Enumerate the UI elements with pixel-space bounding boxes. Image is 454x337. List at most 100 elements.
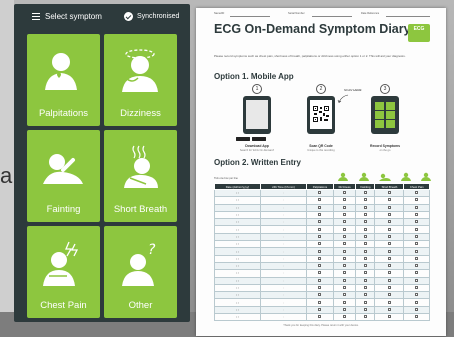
symptom-checkbox[interactable] xyxy=(387,213,391,217)
time-cell[interactable]: : xyxy=(260,305,307,315)
symptom-checkbox[interactable] xyxy=(415,315,419,319)
symptom-checkbox[interactable] xyxy=(318,278,322,282)
symptom-checkbox[interactable] xyxy=(318,256,322,260)
symptom-checkbox[interactable] xyxy=(318,227,322,231)
time-cell[interactable]: : xyxy=(260,232,307,242)
symptom-checkbox[interactable] xyxy=(363,191,367,195)
symptom-checkbox[interactable] xyxy=(387,264,391,268)
hamburger-menu-icon[interactable] xyxy=(32,13,40,20)
date-cell[interactable]: / / xyxy=(214,283,261,293)
symptom-checkbox[interactable] xyxy=(387,220,391,224)
time-cell[interactable]: : xyxy=(260,269,307,278)
symptom-checkbox[interactable] xyxy=(387,227,391,231)
date-cell[interactable]: / / xyxy=(214,247,261,256)
symptom-checkbox[interactable] xyxy=(318,213,322,217)
date-cell[interactable]: / / xyxy=(214,305,261,315)
symptom-checkbox[interactable] xyxy=(363,242,367,246)
symptom-checkbox[interactable] xyxy=(415,234,419,238)
time-cell[interactable]: : xyxy=(260,247,307,256)
symptom-checkbox[interactable] xyxy=(387,256,391,260)
symptom-tile-other[interactable]: ? Other xyxy=(104,226,177,318)
time-cell[interactable]: : xyxy=(260,276,307,285)
symptom-checkbox[interactable] xyxy=(415,220,419,224)
date-cell[interactable]: / / xyxy=(214,276,261,285)
symptom-checkbox[interactable] xyxy=(387,234,391,238)
time-cell[interactable]: : xyxy=(260,240,307,249)
time-cell[interactable]: : xyxy=(260,225,307,234)
symptom-checkbox[interactable] xyxy=(343,191,347,195)
symptom-checkbox[interactable] xyxy=(415,191,419,195)
symptom-checkbox[interactable] xyxy=(415,278,419,282)
symptom-checkbox[interactable] xyxy=(387,286,391,289)
symptom-checkbox[interactable] xyxy=(415,307,419,311)
time-cell[interactable]: : xyxy=(260,218,307,227)
symptom-checkbox[interactable] xyxy=(415,271,419,275)
symptom-checkbox[interactable] xyxy=(318,191,322,195)
symptom-checkbox[interactable] xyxy=(318,205,322,209)
symptom-checkbox[interactable] xyxy=(343,234,347,238)
symptom-checkbox[interactable] xyxy=(363,264,367,268)
date-cell[interactable]: / / xyxy=(214,196,261,205)
symptom-checkbox[interactable] xyxy=(415,198,419,202)
symptom-checkbox[interactable] xyxy=(363,286,367,289)
symptom-checkbox[interactable] xyxy=(363,220,367,224)
symptom-checkbox[interactable] xyxy=(343,307,347,311)
symptom-checkbox[interactable] xyxy=(363,256,367,260)
symptom-checkbox[interactable] xyxy=(387,315,391,319)
time-cell[interactable]: : xyxy=(260,298,307,307)
time-cell[interactable]: : xyxy=(260,291,307,300)
symptom-checkbox[interactable] xyxy=(387,271,391,275)
symptom-checkbox[interactable] xyxy=(343,242,347,246)
symptom-checkbox[interactable] xyxy=(318,293,322,297)
symptom-checkbox[interactable] xyxy=(343,198,347,202)
symptom-checkbox[interactable] xyxy=(363,234,367,238)
symptom-checkbox[interactable] xyxy=(318,198,322,202)
symptom-checkbox[interactable] xyxy=(387,300,391,304)
date-cell[interactable]: / / xyxy=(214,298,261,307)
symptom-checkbox[interactable] xyxy=(363,307,367,311)
symptom-tile-palpitations[interactable]: Palpitations xyxy=(27,34,100,126)
symptom-checkbox[interactable] xyxy=(415,293,419,297)
symptom-checkbox[interactable] xyxy=(318,286,322,289)
symptom-checkbox[interactable] xyxy=(318,264,322,268)
symptom-checkbox[interactable] xyxy=(343,256,347,260)
symptom-checkbox[interactable] xyxy=(343,278,347,282)
symptom-checkbox[interactable] xyxy=(415,227,419,231)
symptom-tile-chest-pain[interactable]: Chest Pain xyxy=(27,226,100,318)
time-cell[interactable]: : xyxy=(260,196,307,205)
symptom-tile-fainting[interactable]: Fainting xyxy=(27,130,100,222)
date-cell[interactable]: / / xyxy=(214,254,261,263)
date-cell[interactable]: / / xyxy=(214,240,261,249)
symptom-checkbox[interactable] xyxy=(387,293,391,297)
date-cell[interactable]: / / xyxy=(214,269,261,278)
symptom-checkbox[interactable] xyxy=(387,307,391,311)
symptom-checkbox[interactable] xyxy=(343,271,347,275)
symptom-checkbox[interactable] xyxy=(318,249,322,253)
symptom-checkbox[interactable] xyxy=(318,300,322,304)
symptom-checkbox[interactable] xyxy=(343,249,347,253)
symptom-checkbox[interactable] xyxy=(363,315,367,319)
symptom-checkbox[interactable] xyxy=(387,198,391,202)
symptom-checkbox[interactable] xyxy=(343,264,347,268)
symptom-checkbox[interactable] xyxy=(363,205,367,209)
date-cell[interactable]: / / xyxy=(214,261,261,271)
symptom-tile-dizziness[interactable]: Dizziness xyxy=(104,34,177,126)
symptom-checkbox[interactable] xyxy=(363,249,367,253)
symptom-checkbox[interactable] xyxy=(415,213,419,217)
symptom-checkbox[interactable] xyxy=(387,205,391,209)
symptom-checkbox[interactable] xyxy=(415,256,419,260)
symptom-checkbox[interactable] xyxy=(415,249,419,253)
symptom-checkbox[interactable] xyxy=(343,286,347,289)
symptom-checkbox[interactable] xyxy=(343,213,347,217)
symptom-checkbox[interactable] xyxy=(318,315,322,319)
symptom-checkbox[interactable] xyxy=(318,234,322,238)
symptom-checkbox[interactable] xyxy=(318,220,322,224)
time-cell[interactable]: : xyxy=(260,188,307,198)
symptom-checkbox[interactable] xyxy=(387,191,391,195)
symptom-checkbox[interactable] xyxy=(363,300,367,304)
symptom-checkbox[interactable] xyxy=(363,227,367,231)
symptom-checkbox[interactable] xyxy=(363,271,367,275)
symptom-checkbox[interactable] xyxy=(387,249,391,253)
symptom-checkbox[interactable] xyxy=(318,271,322,275)
symptom-checkbox[interactable] xyxy=(318,242,322,246)
